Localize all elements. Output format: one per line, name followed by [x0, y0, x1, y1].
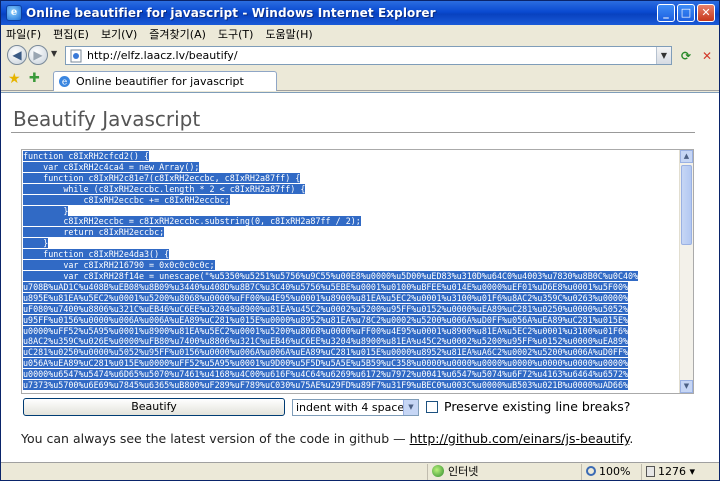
close-button[interactable]: ✕ [697, 4, 715, 22]
zoom-icon [586, 466, 596, 476]
code-textarea[interactable]: function c8IxRH2cfcd2() { var c8IxRH2c4c… [21, 149, 694, 394]
code-line: } [23, 238, 49, 249]
code-line: return c8IxRH2eccbc; [23, 227, 165, 238]
code-line: } [23, 205, 69, 216]
maximize-button[interactable]: □ [677, 4, 695, 22]
code-line: u95FF%u0156%u0000%u006A%u006A%uEA89%uC28… [23, 314, 629, 325]
code-line: while (c8IxRH2eccbc.length * 2 < c8IxRH2… [23, 183, 306, 194]
stop-icon[interactable]: ✕ [698, 47, 716, 65]
minimize-button[interactable]: _ [657, 4, 675, 22]
code-line: c8IxRH2eccbc = c8IxRH2eccbc.substring(0,… [23, 216, 361, 227]
menu-tools[interactable]: 도구(T) [218, 26, 254, 42]
scroll-down-icon[interactable]: ▼ [680, 380, 693, 393]
favorites-star-icon[interactable]: ★ [8, 71, 21, 87]
tab-row: ★ ✚ e Online beautifier for javascript [1, 69, 719, 91]
trash-icon [646, 466, 655, 477]
code-content[interactable]: function c8IxRH2cfcd2() { var c8IxRH2c4c… [23, 151, 680, 392]
code-line: u708B%uAD1C%u408B%uEB08%u8B09%u3440%u408… [23, 281, 629, 292]
code-line: u8AC2%u359C%u026E%u0000%uFB80%u7400%u880… [23, 336, 629, 347]
code-line: var c8IxRH28f14e = unescape("%u5350%u525… [23, 270, 639, 281]
status-bar: 인터넷 100% ▾ 1276 ▾ [1, 462, 719, 480]
code-line: u056A%uEA89%uC281%u015E%u0000%uFF52%u5A9… [23, 358, 629, 369]
status-counter: 1276 ▾ [641, 464, 717, 480]
address-dropdown-icon[interactable]: ▼ [656, 47, 671, 64]
ie-page-icon: e [59, 76, 70, 88]
svg-text:e: e [62, 78, 67, 88]
zone-label: 인터넷 [448, 465, 479, 478]
counter-value: 1276 [658, 465, 686, 478]
tab-label: Online beautifier for javascript [76, 75, 244, 88]
zoom-control[interactable]: 100% ▾ [581, 464, 639, 480]
chevron-down-icon[interactable]: ▼ [403, 400, 418, 415]
github-link[interactable]: http://github.com/einars/js-beautify [410, 431, 630, 446]
code-line: uC281%u0250%u0000%u5052%u95FF%u0156%u000… [23, 347, 629, 358]
scroll-thumb[interactable] [681, 165, 692, 245]
browser-window: e Online beautifier for javascript - Win… [0, 0, 720, 481]
code-line: uF080%u7400%u8806%u321C%uEB46%uC6EE%u320… [23, 303, 629, 314]
divider [11, 132, 695, 133]
code-line: u895E%u81EA%u5EC2%u0001%u5200%u8068%u000… [23, 292, 629, 303]
preserve-linebreaks-label: Preserve existing line breaks? [444, 399, 631, 414]
code-line: function c8IxRH2cfcd2() { [23, 151, 150, 161]
code-line: u7373%u5700%u6E69%u7845%u6365%uB800%uF28… [23, 380, 629, 391]
page-title: Beautify Javascript [13, 107, 201, 131]
code-line: function c8IxRH2c81e7(c8IxRH2eccbc, c8Ix… [23, 172, 301, 183]
page-content: Beautify Javascript function c8IxRH2cfcd… [1, 92, 719, 462]
menu-favorites[interactable]: 즐겨찾기(A) [149, 26, 206, 42]
controls-row: Beautify indent with 4 spaces ▼ Preserve… [21, 398, 701, 418]
menu-file[interactable]: 파일(F) [6, 26, 41, 42]
menu-view[interactable]: 보기(V) [101, 26, 137, 42]
caption-buttons: _ □ ✕ [657, 4, 715, 22]
code-line: c8IxRH2eccbc += c8IxRH2eccbc; [23, 194, 230, 205]
tab-beautifier[interactable]: e Online beautifier for javascript [53, 71, 277, 91]
indent-select[interactable]: indent with 4 spaces ▼ [292, 399, 419, 416]
status-zone: 인터넷 [427, 464, 577, 480]
address-bar[interactable]: ▼ [65, 46, 672, 65]
vertical-scrollbar[interactable]: ▲ ▼ [679, 150, 693, 393]
menu-bar: 파일(F) 편집(E) 보기(V) 즐겨찾기(A) 도구(T) 도움말(H) [1, 25, 719, 43]
code-line: var c8IxRH2c4ca4 = new Array(); [23, 161, 200, 172]
scroll-up-icon[interactable]: ▲ [680, 150, 693, 163]
refresh-icon[interactable]: ⟳ [677, 47, 695, 65]
address-row: ◀ ▶ ▼ ▼ ⟳ ✕ [1, 43, 719, 69]
github-note-text: You can always see the latest version of… [21, 431, 410, 446]
github-note: You can always see the latest version of… [21, 431, 633, 446]
window-title: Online beautifier for javascript - Windo… [26, 6, 436, 20]
back-button[interactable]: ◀ [7, 45, 27, 65]
code-line: u0000%uFF52%u5A95%u0001%u8900%u81EA%u5EC… [23, 325, 629, 336]
menu-edit[interactable]: 편집(E) [53, 26, 89, 42]
forward-button[interactable]: ▶ [28, 45, 48, 65]
internet-zone-icon [432, 465, 444, 477]
code-line: function c8IxRH2e4da3() { [23, 249, 170, 260]
history-dropdown-icon[interactable]: ▼ [51, 49, 57, 58]
ie-logo-icon: e [6, 5, 22, 21]
menu-help[interactable]: 도움말(H) [265, 26, 312, 42]
title-bar: e Online beautifier for javascript - Win… [1, 1, 719, 25]
preserve-linebreaks-checkbox[interactable] [426, 401, 438, 413]
github-note-end: . [629, 431, 634, 446]
url-input[interactable] [87, 49, 647, 62]
page-icon [70, 49, 82, 62]
add-favorite-icon[interactable]: ✚ [29, 71, 40, 86]
beautify-button[interactable]: Beautify [23, 398, 285, 416]
code-line: var c8IxRH216790 = 0x0c0c0c0c; [23, 260, 215, 271]
code-line: u0000%u6547%u5474%u6D65%u5070%u7461%u416… [23, 369, 629, 380]
indent-select-value: indent with 4 spaces [296, 401, 410, 414]
zoom-level: 100% [599, 465, 631, 478]
